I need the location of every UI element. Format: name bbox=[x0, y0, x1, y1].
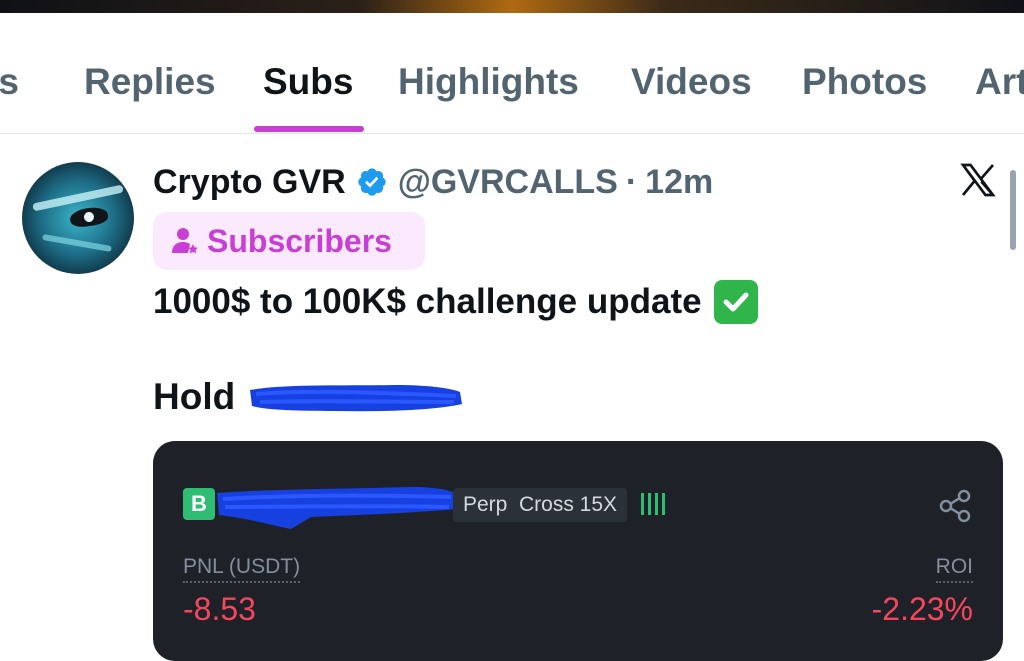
tab-replies[interactable]: Replies bbox=[84, 61, 216, 103]
pnl-value: -8.53 bbox=[183, 591, 256, 627]
tab-videos[interactable]: Videos bbox=[631, 61, 752, 103]
redaction-scribble bbox=[250, 385, 462, 412]
x-logo-icon[interactable] bbox=[958, 160, 998, 200]
pnl-label: PNL (USDT) bbox=[183, 555, 301, 583]
tweet-text: 1000$ to 100K$ challenge update bbox=[153, 282, 702, 321]
roi-label: ROI bbox=[935, 555, 973, 583]
active-tab-indicator bbox=[254, 126, 364, 132]
scrollbar[interactable] bbox=[1010, 170, 1016, 250]
tweet-text-line: 1000$ to 100K$ challenge update bbox=[153, 280, 758, 324]
verified-badge-icon bbox=[358, 168, 386, 196]
avatar[interactable] bbox=[22, 162, 134, 274]
margin-mode-chip: Cross 15X bbox=[509, 488, 628, 522]
roi-value: -2.23% bbox=[871, 591, 973, 627]
tweet-hold-line: Hold bbox=[153, 376, 235, 418]
tab-posts[interactable]: ts bbox=[0, 61, 19, 103]
top-status-strip bbox=[0, 0, 1024, 13]
hold-text: Hold bbox=[153, 376, 236, 417]
separator-dot: · bbox=[625, 162, 638, 201]
redaction-scribble bbox=[217, 487, 457, 529]
subscriber-person-icon bbox=[172, 228, 198, 254]
share-icon[interactable] bbox=[937, 488, 973, 524]
perp-chip: Perp bbox=[453, 488, 518, 522]
tab-photos[interactable]: Photos bbox=[802, 61, 927, 103]
position-card: B Perp Cross 15X PNL (USDT) ROI -8.53 -2… bbox=[153, 441, 1003, 661]
subscribers-label: Subscribers bbox=[207, 222, 392, 259]
subscribers-badge: Subscribers bbox=[153, 212, 425, 270]
signal-bars-icon bbox=[639, 493, 667, 518]
profile-tabs: ts Replies Subs Highlights Videos Photos… bbox=[0, 13, 1024, 134]
author-name[interactable]: Crypto GVR bbox=[153, 163, 346, 202]
tab-articles[interactable]: Art bbox=[975, 61, 1024, 103]
tweet-header: Crypto GVR @GVRCALLS · 12m bbox=[153, 160, 713, 204]
tab-highlights[interactable]: Highlights bbox=[398, 61, 579, 103]
check-mark-icon bbox=[713, 280, 758, 324]
author-handle[interactable]: @GVRCALLS bbox=[398, 163, 618, 202]
timestamp[interactable]: 12m bbox=[645, 163, 713, 202]
tab-subs[interactable]: Subs bbox=[263, 61, 353, 103]
